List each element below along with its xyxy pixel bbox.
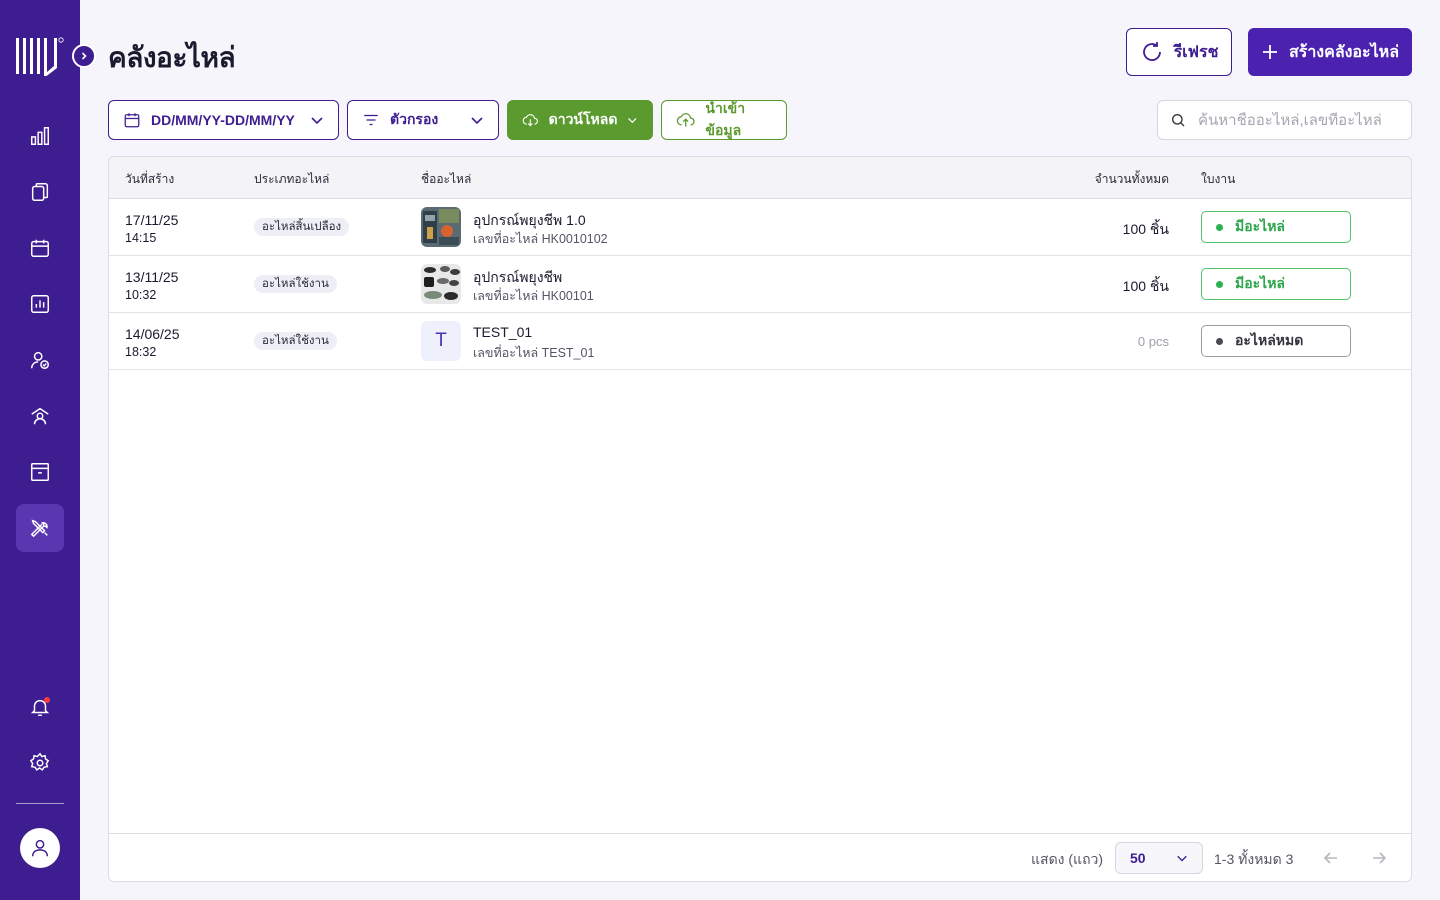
cloud-download-icon bbox=[522, 114, 538, 127]
table-row[interactable]: 14/06/25 18:32 อะไหล่ใช้งาน T TEST_01 เล… bbox=[109, 313, 1411, 370]
status-badge[interactable]: มีอะไหล่ bbox=[1201, 211, 1351, 243]
documents-icon bbox=[31, 183, 49, 201]
part-quantity: 100 ชิ้น bbox=[1122, 278, 1169, 294]
user-check-icon bbox=[31, 351, 49, 369]
gear-icon bbox=[29, 752, 50, 771]
report-chart-icon bbox=[31, 295, 49, 313]
date-range-label: DD/MM/YY-DD/MM/YY bbox=[151, 112, 295, 128]
search-icon bbox=[1172, 114, 1185, 127]
cloud-upload-icon bbox=[676, 113, 695, 127]
sidebar-item-spare-parts[interactable] bbox=[16, 504, 64, 552]
sidebar-item-settings[interactable] bbox=[16, 739, 64, 787]
status-badge[interactable]: อะไหล่หมด bbox=[1201, 325, 1351, 357]
column-type[interactable]: ประเภทอะไหล่ bbox=[254, 170, 329, 189]
notification-dot bbox=[44, 697, 50, 703]
column-name[interactable]: ชื่ออะไหล่ bbox=[421, 170, 471, 189]
page-range-text: 1-3 ทั้งหมด 3 bbox=[1214, 851, 1294, 867]
filter-label: ตัวกรอง bbox=[390, 111, 439, 127]
created-date: 13/11/25 10:32 bbox=[125, 269, 179, 302]
sidebar-item-team[interactable] bbox=[16, 392, 64, 440]
user-icon bbox=[31, 839, 49, 857]
sidebar-item-users[interactable] bbox=[16, 336, 64, 384]
part-type-badge: อะไหล่สิ้นเปลือง bbox=[254, 218, 350, 236]
column-created[interactable]: วันที่สร้าง bbox=[125, 170, 174, 189]
sidebar-collapse-button[interactable] bbox=[72, 44, 96, 68]
part-number: เลขที่อะไหล่ TEST_01 bbox=[473, 346, 595, 360]
part-quantity: 0 pcs bbox=[1137, 334, 1169, 349]
status-dot bbox=[1216, 337, 1223, 345]
archive-icon bbox=[31, 463, 49, 481]
created-date: 14/06/25 18:32 bbox=[125, 326, 180, 359]
tools-icon bbox=[30, 519, 48, 538]
avatar[interactable] bbox=[20, 828, 60, 868]
sidebar-item-dashboard[interactable] bbox=[16, 112, 64, 160]
plus-icon bbox=[1262, 45, 1277, 59]
part-type-badge: อะไหล่ใช้งาน bbox=[254, 332, 337, 350]
arrow-left-icon bbox=[1323, 852, 1337, 864]
sidebar-item-reports[interactable] bbox=[16, 280, 64, 328]
part-number: เลขที่อะไหล่ HK0010102 bbox=[473, 232, 608, 246]
filter-dropdown[interactable]: ตัวกรอง bbox=[347, 100, 499, 140]
next-page-button[interactable] bbox=[1367, 846, 1391, 870]
refresh-icon bbox=[1142, 42, 1161, 61]
calendar-icon bbox=[31, 239, 49, 257]
status-dot bbox=[1216, 280, 1223, 288]
arrow-right-icon bbox=[1373, 852, 1387, 864]
date-range-picker[interactable]: DD/MM/YY-DD/MM/YY bbox=[108, 100, 339, 140]
rows-per-page-select[interactable]: 50 bbox=[1115, 842, 1203, 874]
download-dropdown[interactable]: ดาวน์โหลด bbox=[507, 100, 653, 140]
refresh-button[interactable]: รีเฟรช bbox=[1126, 28, 1232, 76]
chevron-down-icon bbox=[628, 118, 637, 124]
table-pagination: แสดง (แถว) 50 1-3 ทั้งหมด 3 bbox=[109, 833, 1411, 881]
part-thumbnail bbox=[421, 264, 461, 304]
sidebar-item-notifications[interactable] bbox=[16, 683, 64, 731]
download-label: ดาวน์โหลด bbox=[548, 111, 618, 127]
bar-chart-icon bbox=[31, 127, 49, 145]
part-number: เลขที่อะไหล่ HK00101 bbox=[473, 289, 594, 303]
refresh-label: รีเฟรช bbox=[1173, 43, 1219, 61]
search-input[interactable] bbox=[1198, 111, 1388, 129]
chevron-down-icon bbox=[1177, 855, 1187, 862]
column-workorder[interactable]: ใบงาน bbox=[1201, 170, 1235, 189]
spare-parts-table: วันที่สร้าง ประเภทอะไหล่ ชื่ออะไหล่ จำนว… bbox=[108, 156, 1412, 882]
import-button[interactable]: นำเข้าข้อมูล bbox=[661, 100, 787, 140]
rows-per-page-label: แสดง (แถว) bbox=[1031, 851, 1104, 867]
sidebar-item-archive[interactable] bbox=[16, 448, 64, 496]
sidebar-item-calendar[interactable] bbox=[16, 224, 64, 272]
part-thumbnail bbox=[421, 207, 461, 247]
table-header: วันที่สร้าง ประเภทอะไหล่ ชื่ออะไหล่ จำนว… bbox=[109, 157, 1411, 199]
calendar-icon bbox=[124, 113, 140, 128]
brand-logo bbox=[16, 37, 64, 76]
column-total[interactable]: จำนวนทั้งหมด bbox=[1095, 170, 1169, 189]
sidebar-item-documents[interactable] bbox=[16, 168, 64, 216]
sidebar-divider bbox=[16, 803, 64, 804]
part-thumbnail-letter: T bbox=[421, 321, 461, 361]
prev-page-button[interactable] bbox=[1319, 846, 1343, 870]
part-name[interactable]: TEST_01 bbox=[473, 324, 532, 340]
created-date: 17/11/25 14:15 bbox=[125, 212, 179, 245]
page-title: คลังอะไหล่ bbox=[108, 42, 236, 73]
user-roof-icon bbox=[31, 407, 49, 425]
part-quantity: 100 ชิ้น bbox=[1122, 221, 1169, 237]
chevron-right-icon bbox=[81, 52, 87, 60]
status-dot bbox=[1216, 223, 1223, 231]
part-type-badge: อะไหล่ใช้งาน bbox=[254, 275, 337, 293]
create-label: สร้างคลังอะไหล่ bbox=[1288, 43, 1400, 61]
search-box[interactable] bbox=[1157, 100, 1412, 140]
create-spare-parts-button[interactable]: สร้างคลังอะไหล่ bbox=[1248, 28, 1412, 76]
sidebar bbox=[0, 0, 80, 900]
table-row[interactable]: 17/11/25 14:15 อะไหล่สิ้นเปลือง อุปกรณ์พ… bbox=[109, 199, 1411, 256]
chevron-down-icon bbox=[311, 117, 323, 125]
import-label: นำเข้าข้อมูล bbox=[705, 100, 746, 138]
table-row[interactable]: 13/11/25 10:32 อะไหล่ใช้งาน อุปกรณ์พยุงช… bbox=[109, 256, 1411, 313]
filter-icon bbox=[364, 114, 378, 126]
status-badge[interactable]: มีอะไหล่ bbox=[1201, 268, 1351, 300]
chevron-down-icon bbox=[471, 117, 483, 125]
